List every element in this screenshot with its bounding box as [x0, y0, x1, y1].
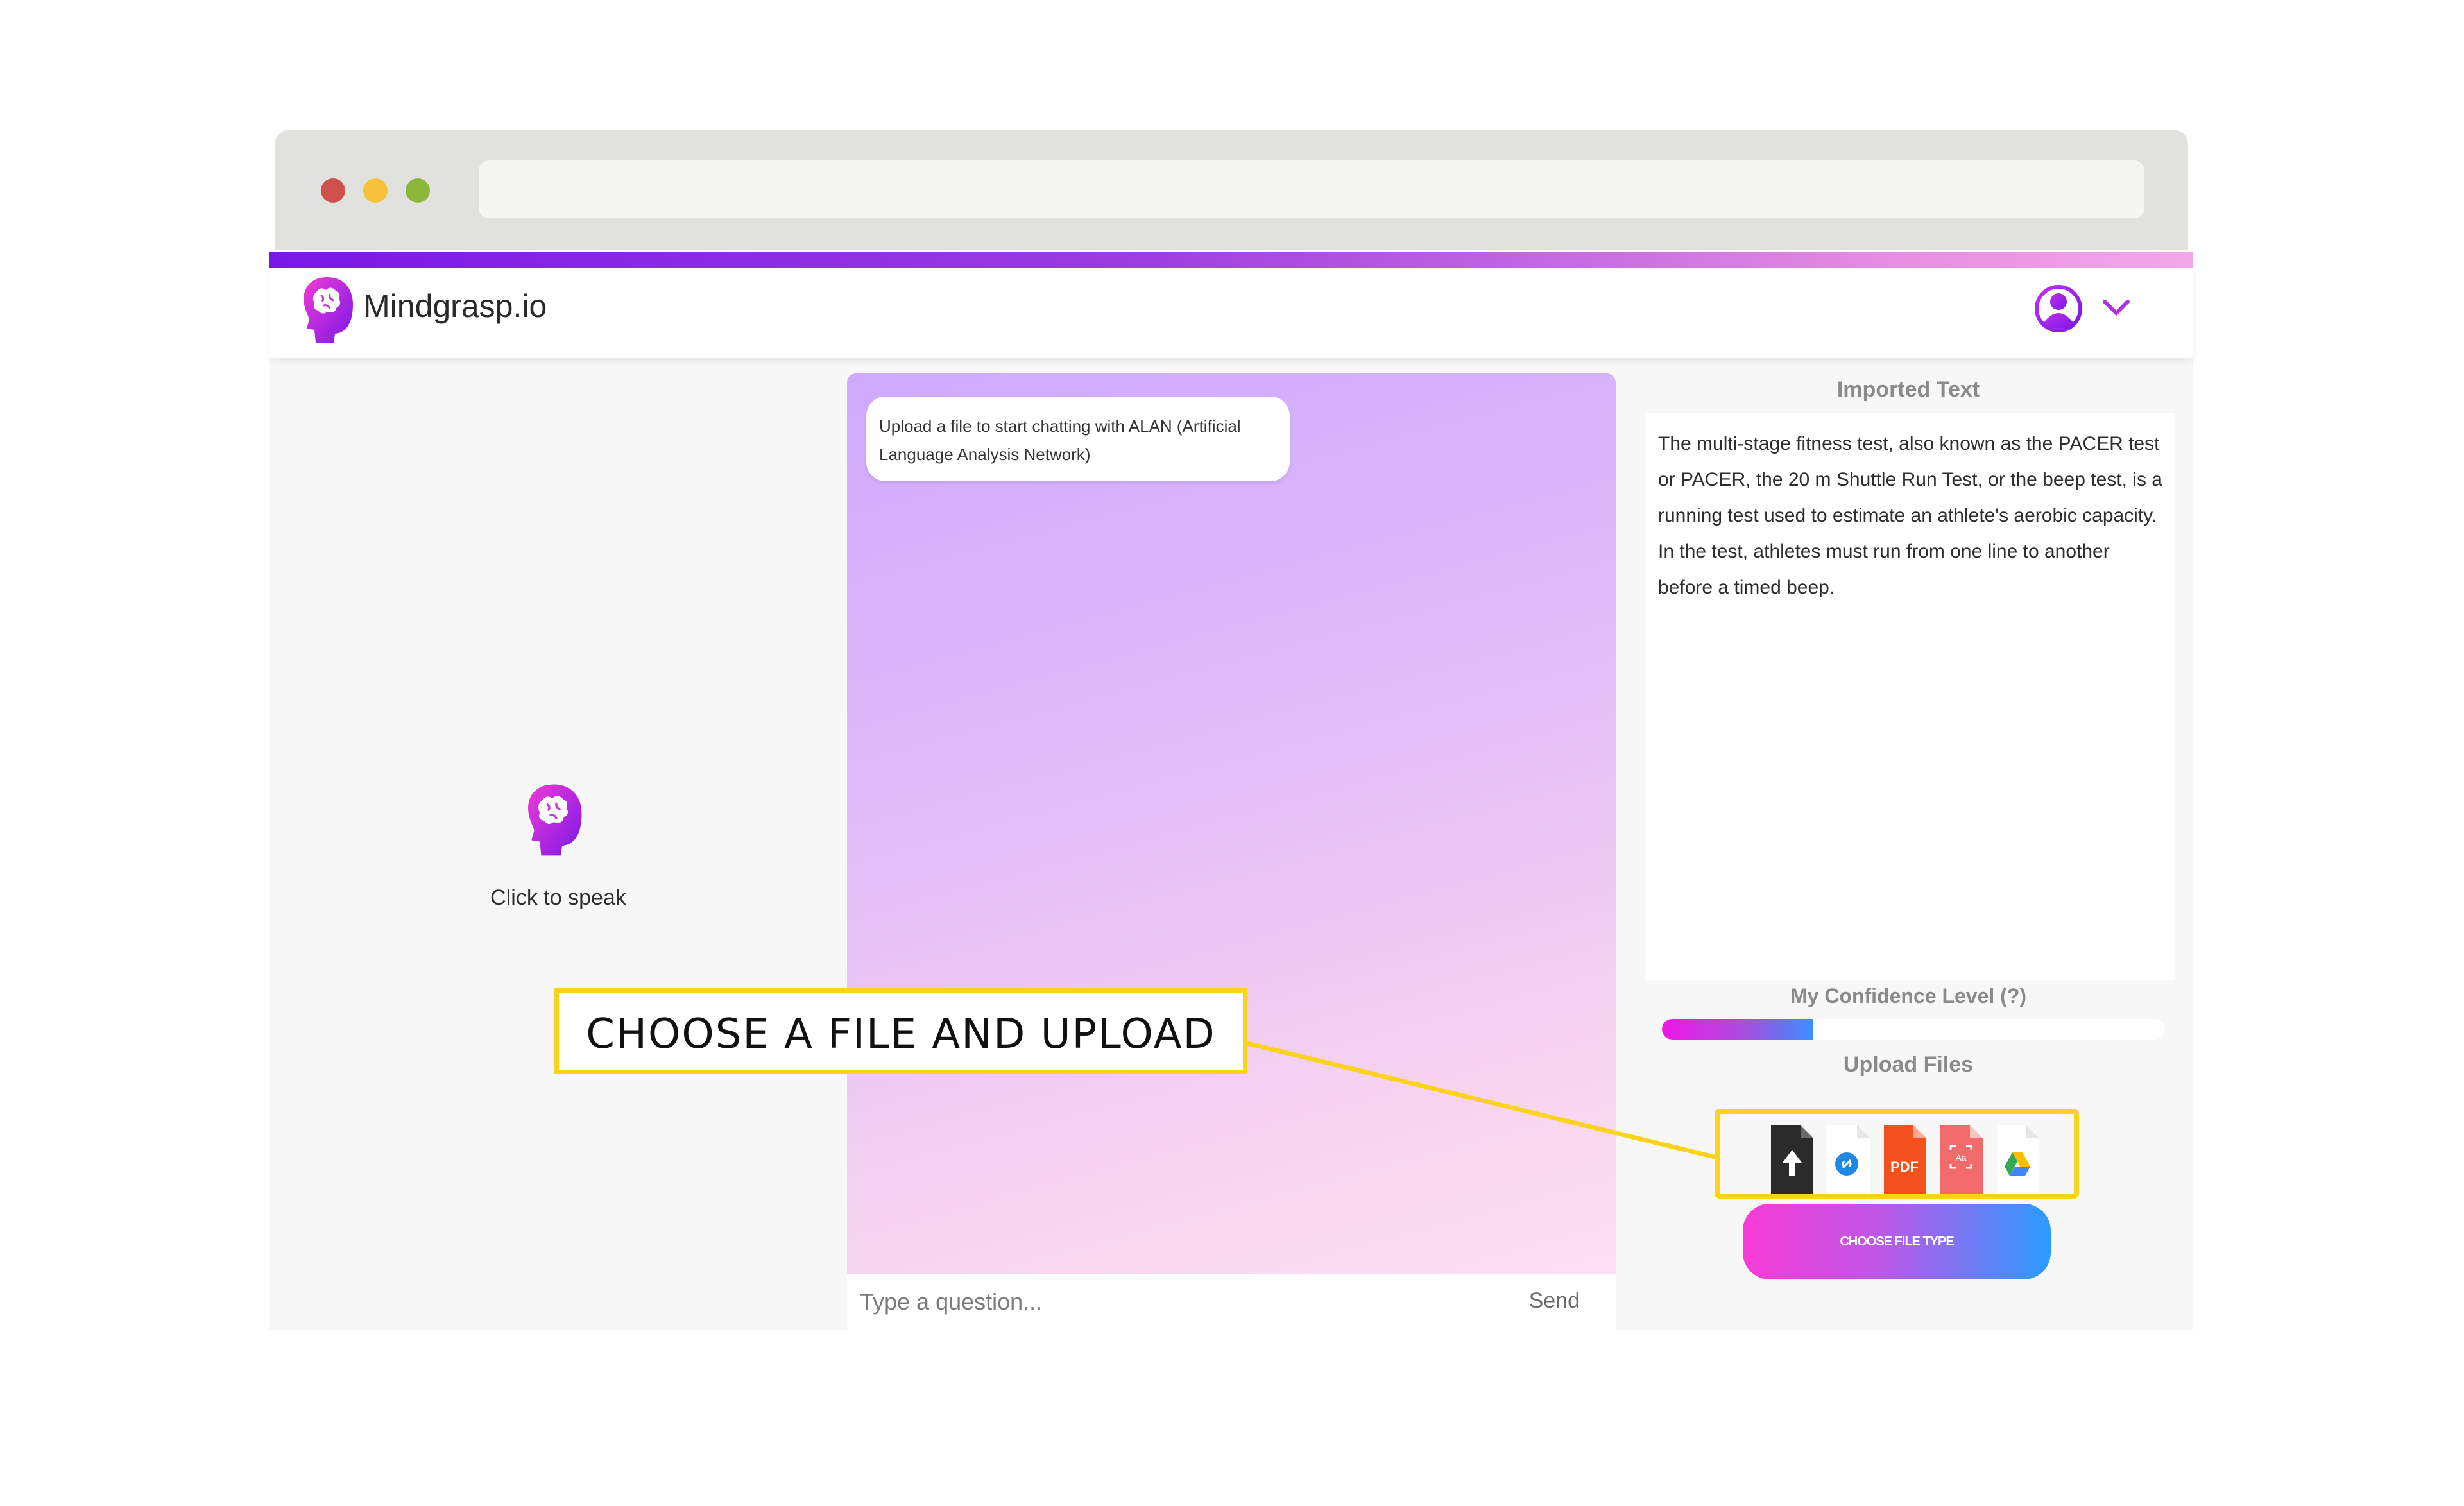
maximize-window-dot[interactable] — [406, 178, 430, 203]
chat-input-row: Send — [847, 1274, 1616, 1330]
speak-panel: Click to speak — [270, 358, 847, 1330]
upload-icons-highlight — [1715, 1109, 2079, 1199]
chat-message-bubble: Upload a file to start chatting with ALA… — [866, 397, 1290, 481]
brain-head-logo-icon[interactable] — [298, 275, 357, 347]
imported-text-title: Imported Text — [1836, 377, 1980, 402]
brain-head-microphone-icon[interactable] — [522, 779, 586, 862]
imported-text-box[interactable]: The multi-stage fitness test, also known… — [1645, 413, 2175, 980]
app-header: Mindgrasp.io — [270, 268, 2193, 358]
confidence-level-bar[interactable] — [1662, 1019, 2165, 1040]
chevron-down-icon[interactable] — [2101, 296, 2132, 320]
click-to-speak-label[interactable]: Click to speak — [270, 886, 847, 911]
question-input[interactable] — [859, 1283, 1439, 1321]
chat-panel: Upload a file to start chatting with ALA… — [847, 373, 1616, 1274]
app-title: Mindgrasp.io — [363, 288, 547, 324]
choose-file-type-button[interactable]: CHOOSE FILE TYPE — [1743, 1204, 2051, 1279]
brand-gradient-bar — [270, 252, 2193, 268]
confidence-level-fill — [1662, 1019, 1813, 1040]
callout-box: CHOOSE A FILE AND UPLOAD — [554, 988, 1247, 1074]
imported-text-content: The multi-stage fitness test, also known… — [1658, 433, 2162, 598]
address-bar[interactable] — [479, 160, 2144, 218]
close-window-dot[interactable] — [321, 178, 345, 203]
confidence-level-label[interactable]: My Confidence Level (?) — [1632, 984, 2184, 1008]
chat-message-text: Upload a file to start chatting with ALA… — [879, 416, 1241, 464]
user-avatar-icon[interactable] — [2034, 282, 2083, 335]
upload-files-label: Upload Files — [1843, 1052, 1974, 1077]
callout-text: CHOOSE A FILE AND UPLOAD — [586, 1011, 1216, 1058]
minimize-window-dot[interactable] — [363, 178, 388, 203]
send-button[interactable]: Send — [1529, 1288, 1580, 1313]
browser-window-top — [275, 130, 2188, 250]
